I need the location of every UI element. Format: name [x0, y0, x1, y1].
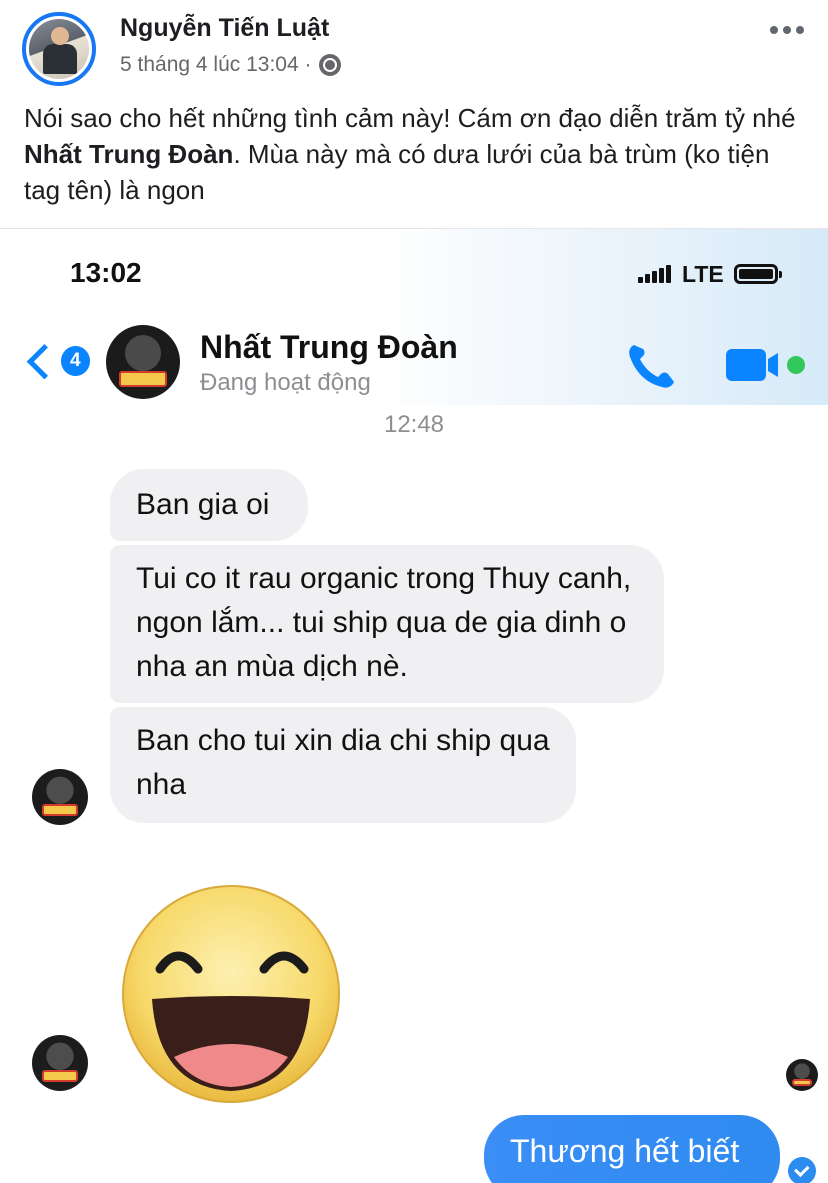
sent-message-bubble[interactable]: Thương hết biết — [484, 1115, 780, 1183]
post-meta: 5 tháng 4 lúc 13:04 · — [120, 53, 342, 77]
messenger-screenshot[interactable]: 13:02 LTE 4 Nhất Trung Đoàn Đang hoạt độ… — [0, 228, 828, 1183]
post-text-part: Nói sao cho hết những tình cảm này! Cám … — [24, 103, 796, 133]
message-bubble[interactable]: Ban cho tui xin dia chi ship qua nha — [110, 707, 576, 823]
phone-icon[interactable] — [624, 339, 680, 391]
globe-icon[interactable] — [319, 54, 342, 76]
sender-avatar — [32, 1035, 88, 1091]
contact-avatar[interactable] — [106, 325, 180, 399]
network-label: LTE — [682, 261, 724, 287]
sender-avatar — [32, 769, 88, 825]
signal-icon — [638, 265, 674, 283]
unread-badge: 4 — [60, 346, 90, 376]
status-bar-time: 13:02 — [70, 257, 142, 288]
message-bubble[interactable]: Tui co it rau organic trong Thuy canh, n… — [110, 545, 664, 703]
back-button[interactable]: 4 — [20, 339, 90, 383]
contact-status: Đang hoạt động — [200, 369, 371, 396]
more-horizontal-icon[interactable] — [770, 26, 804, 34]
video-camera-icon[interactable] — [724, 345, 810, 385]
author-avatar[interactable] — [22, 12, 96, 86]
battery-icon — [734, 264, 782, 284]
read-receipt-avatar — [786, 1059, 818, 1091]
laughing-emoji-sticker[interactable] — [118, 881, 344, 1107]
chevron-left-icon — [26, 343, 62, 379]
post-timestamp[interactable]: 5 tháng 4 lúc 13:04 · — [120, 53, 311, 77]
mention-link[interactable]: Nhất Trung Đoàn — [24, 139, 233, 169]
author-name[interactable]: Nguyễn Tiến Luật — [120, 14, 329, 43]
post-text: Nói sao cho hết những tình cảm này! Cám … — [24, 100, 804, 208]
message-bubble[interactable]: Ban gia oi — [110, 469, 308, 541]
contact-name[interactable]: Nhất Trung Đoàn — [200, 329, 458, 366]
chat-timestamp: 12:48 — [383, 411, 445, 438]
check-icon — [788, 1157, 816, 1183]
